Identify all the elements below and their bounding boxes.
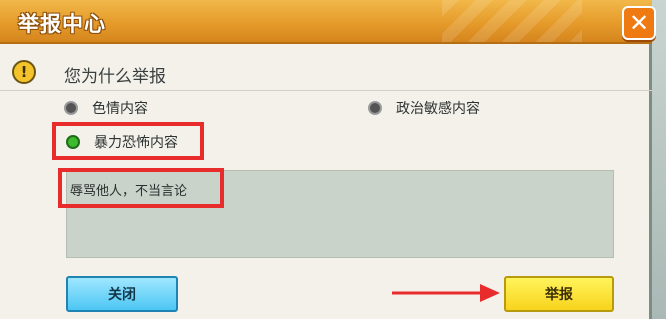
red-arrow-icon — [392, 284, 500, 302]
warning-icon: ! — [12, 60, 36, 84]
close-x-icon[interactable]: ✕ — [622, 6, 656, 40]
radio-option-label: 色情内容 — [92, 101, 148, 117]
radio-option-label: 政治敏感内容 — [396, 101, 480, 117]
question-text: 您为什么举报 — [64, 67, 166, 87]
question-row: ! 您为什么举报 — [0, 54, 652, 91]
report-dialog: 举报中心 ! 您为什么举报 色情内容 政治敏感内容 暴力恐怖内容 辱骂他人，不当… — [0, 0, 652, 319]
radio-unselected-icon — [368, 101, 382, 115]
radio-unselected-icon — [64, 101, 78, 115]
close-button[interactable]: 关闭 — [66, 276, 178, 312]
highlight-box-reason — [58, 168, 224, 208]
report-button[interactable]: 举报 — [504, 276, 614, 312]
highlight-box-option — [52, 122, 204, 160]
dialog-title: 举报中心 — [18, 12, 106, 36]
title-bar: 举报中心 — [0, 0, 652, 44]
radio-option-political[interactable]: 政治敏感内容 — [368, 98, 480, 118]
radio-option-porn[interactable]: 色情内容 — [64, 98, 148, 118]
